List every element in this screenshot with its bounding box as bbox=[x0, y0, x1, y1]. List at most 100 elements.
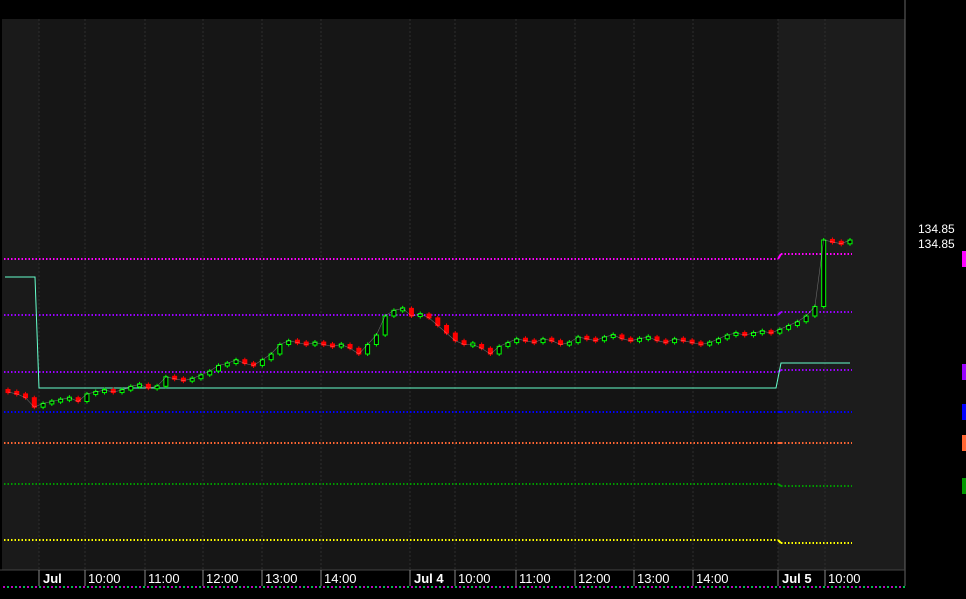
strip-dot bbox=[675, 586, 677, 588]
x-tick-label-11: 14:00 bbox=[696, 571, 729, 586]
strip-dot bbox=[111, 586, 113, 588]
strip-dot bbox=[423, 586, 425, 588]
strip-dot bbox=[535, 586, 537, 588]
strip-dot bbox=[779, 586, 781, 588]
strip-dot bbox=[231, 586, 233, 588]
strip-dot bbox=[43, 586, 45, 588]
strip-dot bbox=[451, 586, 453, 588]
strip-dot bbox=[471, 586, 473, 588]
strip-dot bbox=[91, 586, 93, 588]
x-tick-label-9: 12:00 bbox=[578, 571, 611, 586]
strip-dot bbox=[623, 586, 625, 588]
strip-dot bbox=[903, 586, 905, 588]
strip-dot bbox=[263, 586, 265, 588]
strip-dot bbox=[867, 586, 869, 588]
strip-dot bbox=[127, 586, 129, 588]
x-tick-label-12: Jul 5 bbox=[782, 571, 812, 586]
strip-dot bbox=[655, 586, 657, 588]
strip-dot bbox=[379, 586, 381, 588]
strip-dot bbox=[483, 586, 485, 588]
strip-dot bbox=[463, 586, 465, 588]
strip-dot bbox=[539, 586, 541, 588]
strip-dot bbox=[455, 586, 457, 588]
strip-dot bbox=[123, 586, 125, 588]
strip-dot bbox=[507, 586, 509, 588]
strip-dot bbox=[235, 586, 237, 588]
strip-dot bbox=[311, 586, 313, 588]
strip-dot bbox=[899, 586, 901, 588]
strip-dot bbox=[223, 586, 225, 588]
strip-dot bbox=[727, 586, 729, 588]
strip-dot bbox=[363, 586, 365, 588]
strip-dot bbox=[803, 586, 805, 588]
strip-dot bbox=[143, 586, 145, 588]
strip-dot bbox=[663, 586, 665, 588]
strip-dot bbox=[551, 586, 553, 588]
strip-dot bbox=[323, 586, 325, 588]
candle-43 bbox=[382, 314, 388, 337]
strip-dot bbox=[703, 586, 705, 588]
strip-dot bbox=[627, 586, 629, 588]
strip-dot bbox=[207, 586, 209, 588]
strip-dot bbox=[107, 586, 109, 588]
x-tick-label-7: 10:00 bbox=[458, 571, 491, 586]
strip-dot bbox=[619, 586, 621, 588]
strip-dot bbox=[63, 586, 65, 588]
strip-dot bbox=[287, 586, 289, 588]
strip-dot bbox=[327, 586, 329, 588]
strip-dot bbox=[791, 586, 793, 588]
strip-dot bbox=[443, 586, 445, 588]
strip-dot bbox=[239, 586, 241, 588]
strip-dot bbox=[511, 586, 513, 588]
strip-dot bbox=[823, 586, 825, 588]
strip-dot bbox=[275, 586, 277, 588]
strip-dot bbox=[171, 586, 173, 588]
strip-dot bbox=[559, 586, 561, 588]
strip-dot bbox=[387, 586, 389, 588]
strip-dot bbox=[847, 586, 849, 588]
strip-dot bbox=[839, 586, 841, 588]
strip-dot bbox=[491, 586, 493, 588]
strip-dot bbox=[871, 586, 873, 588]
strip-dot bbox=[95, 586, 97, 588]
price-chart[interactable]: Jul 10:00 11:00 12:00 13:00 14:00 Jul 4 10:00 11… bbox=[0, 0, 966, 599]
strip-dot bbox=[883, 586, 885, 588]
strip-dot bbox=[291, 586, 293, 588]
strip-dot bbox=[571, 586, 573, 588]
strip-dot bbox=[699, 586, 701, 588]
strip-dot bbox=[799, 586, 801, 588]
strip-dot bbox=[575, 586, 577, 588]
strip-dot bbox=[51, 586, 53, 588]
strip-dot bbox=[811, 586, 813, 588]
strip-dot bbox=[459, 586, 461, 588]
strip-dot bbox=[395, 586, 397, 588]
strip-dot bbox=[371, 586, 373, 588]
strip-dot bbox=[159, 586, 161, 588]
last-price-label-0: 134.85 bbox=[918, 222, 955, 236]
legend-marker-3 bbox=[962, 435, 966, 451]
strip-dot bbox=[55, 586, 57, 588]
x-tick-label-13: 10:00 bbox=[828, 571, 861, 586]
strip-dot bbox=[479, 586, 481, 588]
strip-dot bbox=[331, 586, 333, 588]
strip-dot bbox=[199, 586, 201, 588]
strip-dot bbox=[771, 586, 773, 588]
strip-dot bbox=[435, 586, 437, 588]
strip-dot bbox=[343, 586, 345, 588]
strip-dot bbox=[543, 586, 545, 588]
strip-dot bbox=[819, 586, 821, 588]
strip-dot bbox=[391, 586, 393, 588]
strip-dot bbox=[855, 586, 857, 588]
strip-dot bbox=[691, 586, 693, 588]
strip-dot bbox=[179, 586, 181, 588]
strip-dot bbox=[603, 586, 605, 588]
strip-dot bbox=[743, 586, 745, 588]
strip-dot bbox=[367, 586, 369, 588]
strip-dot bbox=[447, 586, 449, 588]
strip-dot bbox=[723, 586, 725, 588]
strip-dot bbox=[519, 586, 521, 588]
strip-dot bbox=[251, 586, 253, 588]
strip-dot bbox=[255, 586, 257, 588]
strip-dot bbox=[439, 586, 441, 588]
session-band-3 bbox=[778, 19, 905, 570]
